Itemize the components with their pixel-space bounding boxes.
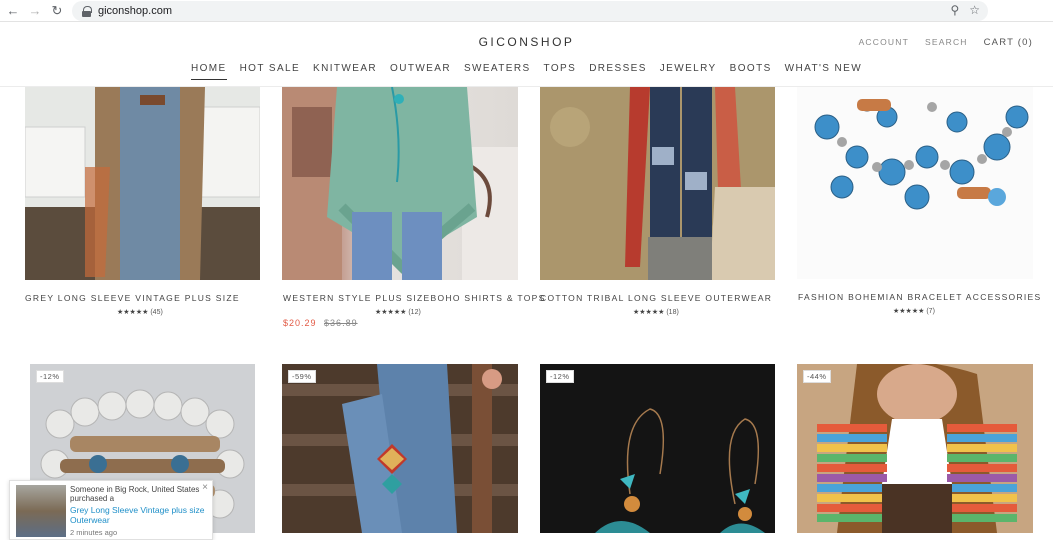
cart-link[interactable]: CART (0) xyxy=(984,37,1033,48)
lock-icon xyxy=(82,5,92,17)
bookmark-star-icon[interactable]: ☆ xyxy=(969,3,980,17)
url-text: giconshop.com xyxy=(98,5,172,17)
nav-whats-new[interactable]: WHAT'S NEW xyxy=(785,63,862,80)
product-image[interactable] xyxy=(25,87,260,280)
review-count: (7) xyxy=(926,308,935,315)
product-image[interactable]: -59% xyxy=(282,364,518,533)
product-image[interactable]: -44% xyxy=(797,364,1033,533)
store-header: GICONSHOP ACCOUNT SEARCH CART (0) HOME H… xyxy=(0,23,1053,87)
discount-badge: -12% xyxy=(36,370,64,383)
product-rating: ★★★★★ (12) xyxy=(375,308,421,316)
purchase-notification[interactable]: Someone in Big Rock, United States purch… xyxy=(9,480,213,540)
product-photo-art xyxy=(282,87,518,280)
product-photo-art xyxy=(797,87,1033,279)
zoom-icon[interactable]: ⚲ xyxy=(950,3,959,17)
product-photo-art xyxy=(797,364,1033,533)
rating-stars-icon: ★★★★★ xyxy=(893,308,925,315)
product-title[interactable]: COTTON TRIBAL LONG SLEEVE OUTERWEAR xyxy=(540,293,772,303)
nav-jewelry[interactable]: JEWELRY xyxy=(660,63,717,80)
original-price: $36.89 xyxy=(324,318,358,328)
forward-icon[interactable]: → xyxy=(24,0,46,22)
back-icon[interactable]: ← xyxy=(2,0,24,22)
close-icon[interactable]: × xyxy=(202,482,208,493)
nav-sweaters[interactable]: SWEATERS xyxy=(464,63,531,80)
product-photo-art xyxy=(25,87,260,280)
nav-home[interactable]: HOME xyxy=(190,63,227,80)
product-photo-art xyxy=(282,364,518,533)
product-photo-art xyxy=(540,364,775,533)
product-rating: ★★★★★ (45) xyxy=(117,308,163,316)
browser-toolbar: ← → ↻ giconshop.com ⚲ ☆ xyxy=(0,0,1053,22)
product-rating: ★★★★★ (18) xyxy=(633,308,679,316)
discount-badge: -12% xyxy=(546,370,574,383)
review-count: (45) xyxy=(150,309,163,316)
product-image[interactable] xyxy=(797,87,1033,279)
search-link[interactable]: SEARCH xyxy=(925,37,968,48)
discount-badge: -44% xyxy=(803,370,831,383)
product-image[interactable] xyxy=(540,87,775,280)
price-row: $20.29 $36.89 xyxy=(283,318,358,328)
rating-stars-icon: ★★★★★ xyxy=(375,309,407,316)
nav-knitwear[interactable]: KNITWEAR xyxy=(313,63,377,80)
nav-hot-sale[interactable]: HOT SALE xyxy=(240,63,300,80)
notification-message: Someone in Big Rock, United States purch… xyxy=(70,485,200,503)
nav-outwear[interactable]: OUTWEAR xyxy=(390,63,451,80)
nav-boots[interactable]: BOOTS xyxy=(730,63,772,80)
product-title[interactable]: GREY LONG SLEEVE VINTAGE PLUS SIZE xyxy=(25,293,240,303)
product-title[interactable]: WESTERN STYLE PLUS SIZEBOHO SHIRTS & TOP… xyxy=(283,293,546,303)
notification-product-link[interactable]: Grey Long Sleeve Vintage plus size Outer… xyxy=(70,505,205,525)
nav-dresses[interactable]: DRESSES xyxy=(589,63,647,80)
review-count: (12) xyxy=(408,309,421,316)
review-count: (18) xyxy=(666,309,679,316)
header-links: ACCOUNT SEARCH CART (0) xyxy=(859,37,1033,48)
discount-badge: -59% xyxy=(288,370,316,383)
nav-tops[interactable]: TOPS xyxy=(544,63,577,80)
rating-stars-icon: ★★★★★ xyxy=(633,309,665,316)
product-image[interactable] xyxy=(282,87,518,280)
product-title[interactable]: FASHION BOHEMIAN BRACELET ACCESSORIES xyxy=(798,292,1042,302)
product-photo-art xyxy=(540,87,775,280)
main-navigation: HOME HOT SALE KNITWEAR OUTWEAR SWEATERS … xyxy=(0,63,1053,80)
notification-product-thumbnail[interactable] xyxy=(16,485,66,537)
reload-icon[interactable]: ↻ xyxy=(46,0,68,22)
rating-stars-icon: ★★★★★ xyxy=(117,309,149,316)
sale-price: $20.29 xyxy=(283,318,317,328)
product-image[interactable]: -12% xyxy=(540,364,775,533)
product-rating: ★★★★★ (7) xyxy=(893,307,935,315)
account-link[interactable]: ACCOUNT xyxy=(859,37,909,48)
address-bar[interactable]: giconshop.com ⚲ ☆ xyxy=(72,1,988,21)
